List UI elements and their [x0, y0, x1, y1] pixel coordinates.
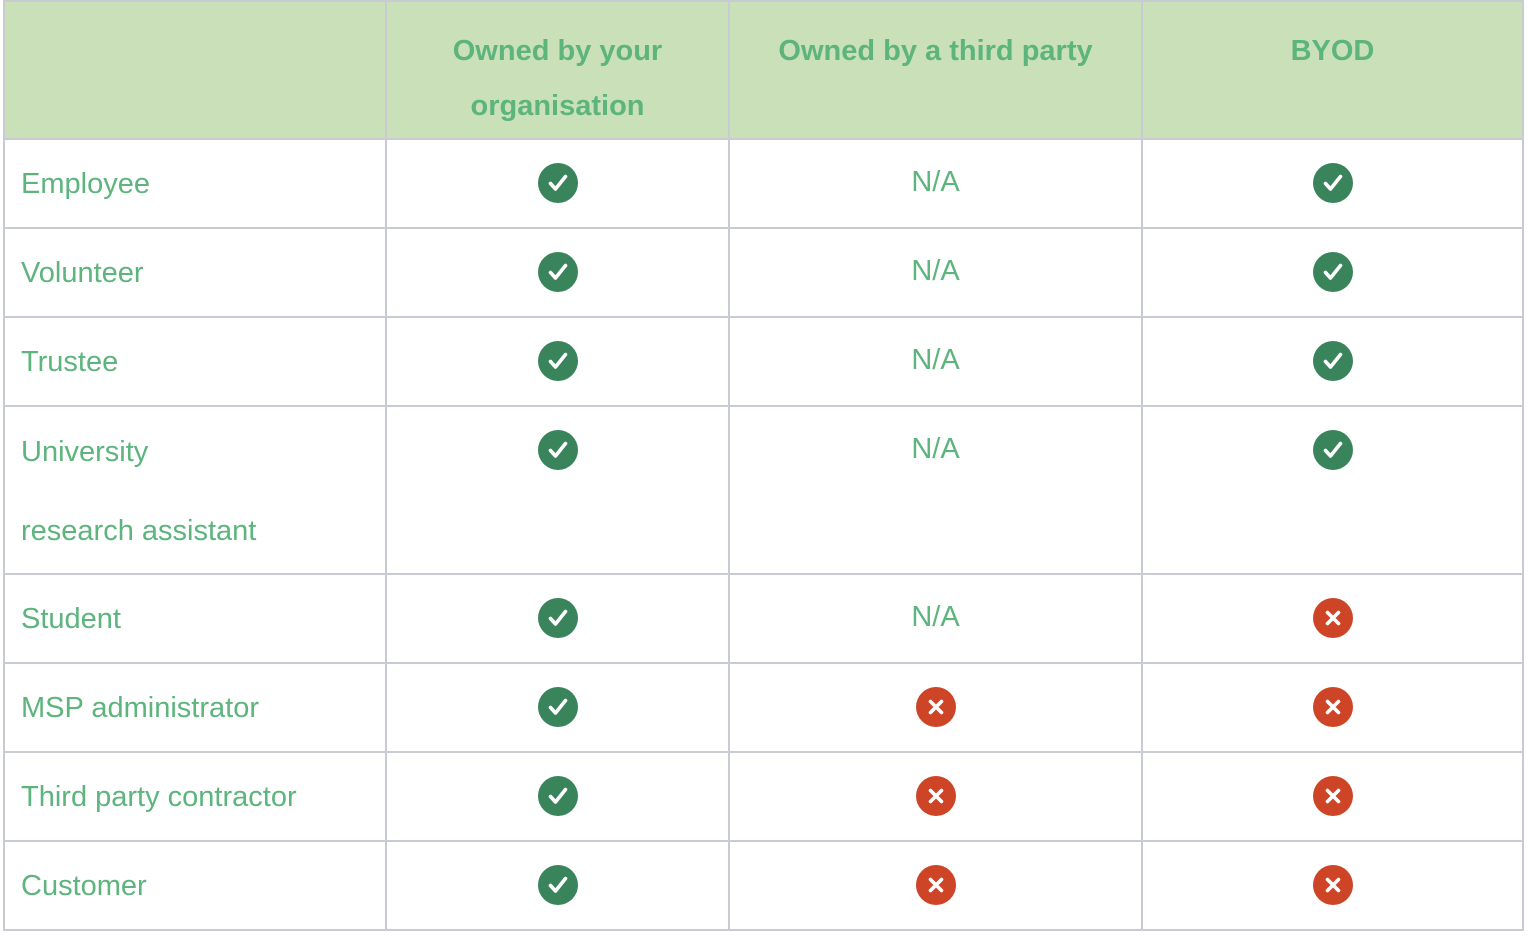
not-applicable-text: N/A [911, 166, 960, 198]
check-circle-icon [1312, 341, 1353, 381]
cell-owned-by-third-party [728, 751, 1143, 842]
cell-owned-by-third-party: N/A [728, 316, 1143, 407]
table-row: Trustee N/A [3, 316, 1524, 407]
row-label-line: University [21, 436, 149, 468]
cell-owned-by-organisation [385, 573, 730, 664]
cell-byod [1141, 138, 1524, 229]
cell-owned-by-organisation [385, 138, 730, 229]
cell-owned-by-organisation [385, 662, 730, 753]
check-circle-icon [537, 598, 578, 638]
cell-owned-by-organisation [385, 405, 730, 575]
row-label: Third party contractor [3, 751, 387, 842]
cell-owned-by-third-party: N/A [728, 138, 1143, 229]
row-label: Volunteer [3, 227, 387, 318]
check-circle-icon [537, 865, 578, 905]
cell-byod [1141, 405, 1524, 575]
not-applicable-text: N/A [911, 344, 960, 376]
cell-owned-by-organisation [385, 227, 730, 318]
cell-byod [1141, 316, 1524, 407]
cell-owned-by-organisation [385, 316, 730, 407]
cell-owned-by-organisation [385, 751, 730, 842]
cell-owned-by-third-party [728, 662, 1143, 753]
cell-byod [1141, 840, 1524, 931]
check-circle-icon [537, 252, 578, 292]
check-circle-icon [537, 341, 578, 381]
row-label: Employee [3, 138, 387, 229]
table-row: Third party contractor [3, 751, 1524, 842]
cell-owned-by-third-party [728, 840, 1143, 931]
cell-byod [1141, 751, 1524, 842]
not-applicable-text: N/A [911, 433, 960, 465]
row-label-line: research assistant [21, 515, 257, 547]
table-header: Owned by your organisation Owned by a th… [3, 0, 1524, 140]
header-empty [3, 0, 387, 140]
check-circle-icon [537, 163, 578, 203]
header-byod: BYOD [1141, 0, 1524, 140]
not-applicable-text: N/A [911, 255, 960, 287]
table-row: University research assistant N/A [3, 405, 1524, 575]
cross-circle-icon [1312, 776, 1353, 816]
row-label: MSP administrator [3, 662, 387, 753]
check-circle-icon [537, 687, 578, 727]
row-label: Student [3, 573, 387, 664]
cross-circle-icon [915, 865, 956, 905]
table-row: Student N/A [3, 573, 1524, 664]
table-row: Volunteer N/A [3, 227, 1524, 318]
row-label: University research assistant [3, 405, 387, 575]
table-body: Employee N/A Volunteer N/A Trustee N/A Univers… [3, 138, 1524, 931]
header-owned-by-third-party: Owned by a third party [728, 0, 1143, 140]
table-row: Employee N/A [3, 138, 1524, 229]
cell-owned-by-organisation [385, 840, 730, 931]
row-label: Customer [3, 840, 387, 931]
cell-owned-by-third-party: N/A [728, 573, 1143, 664]
header-line: Owned by your [452, 35, 663, 67]
cell-byod [1141, 573, 1524, 664]
header-line: organisation [470, 90, 645, 122]
cross-circle-icon [915, 687, 956, 727]
not-applicable-text: N/A [911, 601, 960, 633]
check-circle-icon [537, 430, 578, 470]
check-circle-icon [1312, 430, 1353, 470]
row-label: Trustee [3, 316, 387, 407]
cross-circle-icon [915, 776, 956, 816]
cross-circle-icon [1312, 687, 1353, 727]
cell-byod [1141, 227, 1524, 318]
check-circle-icon [1312, 252, 1353, 292]
table-row: Customer [3, 840, 1524, 931]
header-row: Owned by your organisation Owned by a th… [3, 0, 1524, 140]
cell-owned-by-third-party: N/A [728, 405, 1143, 575]
device-access-table: Owned by your organisation Owned by a th… [3, 0, 1524, 931]
cell-byod [1141, 662, 1524, 753]
table-row: MSP administrator [3, 662, 1524, 753]
cross-circle-icon [1312, 865, 1353, 905]
check-circle-icon [537, 776, 578, 816]
header-owned-by-organisation: Owned by your organisation [385, 0, 730, 140]
check-circle-icon [1312, 163, 1353, 203]
cross-circle-icon [1312, 598, 1353, 638]
cell-owned-by-third-party: N/A [728, 227, 1143, 318]
